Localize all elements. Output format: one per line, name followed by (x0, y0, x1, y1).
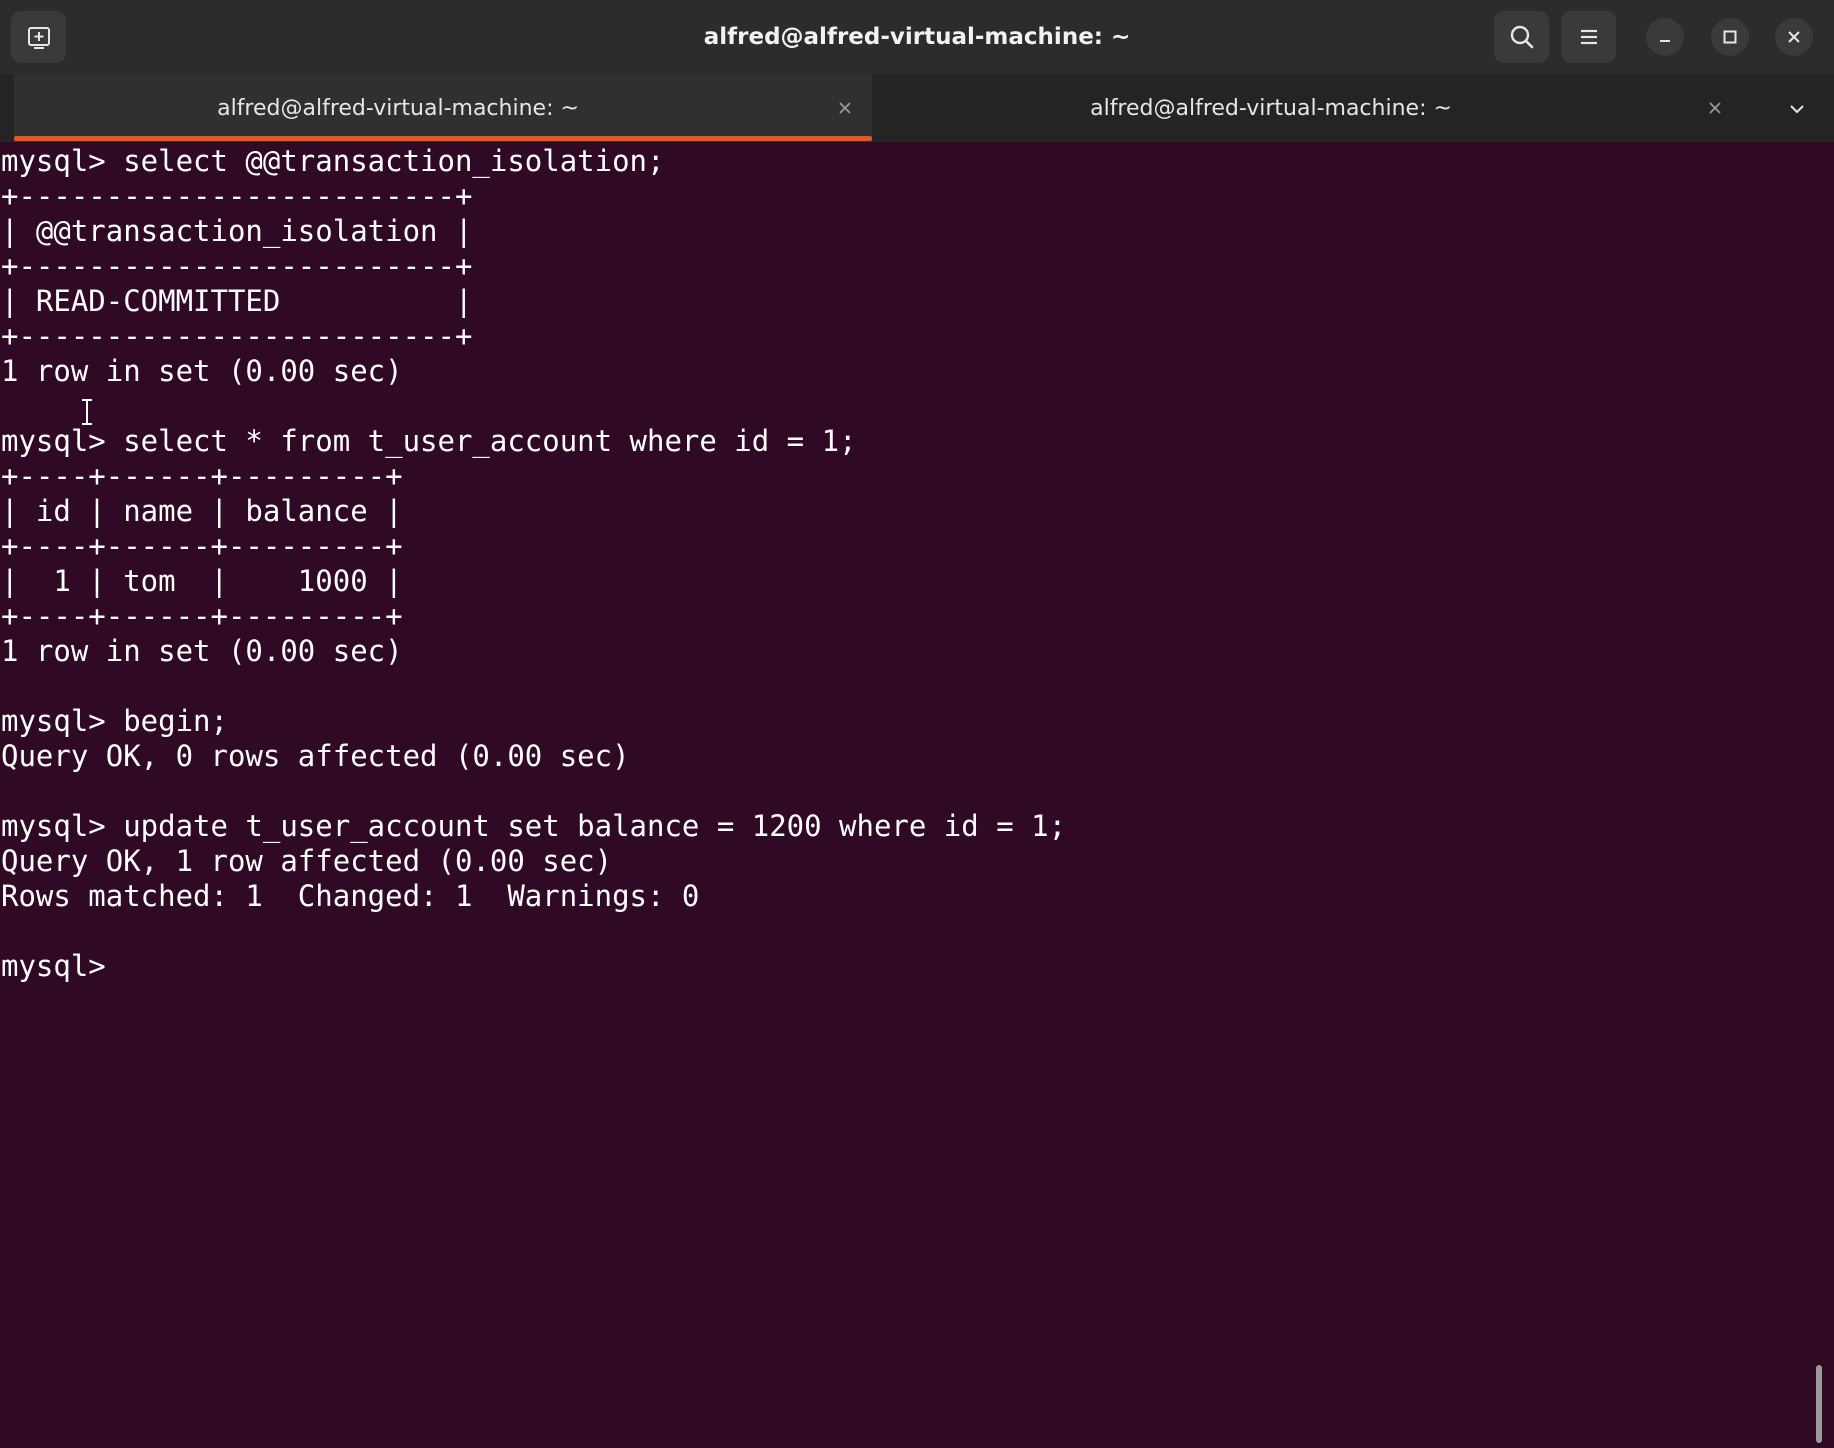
terminal-line: Rows matched: 1 Changed: 1 Warnings: 0 (1, 879, 700, 913)
terminal-line: | 1 | tom | 1000 | (1, 564, 403, 598)
terminal-line: Query OK, 0 rows affected (0.00 sec) (1, 739, 630, 773)
terminal-line: 1 row in set (0.00 sec) (1, 354, 403, 388)
terminal-line: +----+------+---------+ (1, 599, 403, 633)
scrollbar[interactable] (1812, 142, 1834, 1448)
terminal-line: Query OK, 1 row affected (0.00 sec) (1, 844, 613, 878)
tab-label: alfred@alfred-virtual-machine: ~ (1090, 95, 1452, 121)
scrollbar-thumb[interactable] (1816, 1365, 1822, 1443)
terminal-line: +-------------------------+ (1, 179, 473, 213)
tab-label: alfred@alfred-virtual-machine: ~ (217, 95, 579, 121)
terminal-window: alfred@alfred-virtual-machine: ~ alfred@… (0, 0, 1834, 1448)
tab-1[interactable]: alfred@alfred-virtual-machine: ~ (14, 74, 872, 142)
tab-close-button[interactable] (833, 96, 857, 120)
terminal-line: +----+------+---------+ (1, 459, 403, 493)
terminal-line: 1 row in set (0.00 sec) (1, 634, 403, 668)
i-beam-cursor-icon (82, 399, 92, 425)
active-tab-indicator (14, 136, 872, 141)
maximize-icon (1723, 30, 1737, 44)
terminal-line: +-------------------------+ (1, 319, 473, 353)
terminal-output[interactable]: mysql> select @@transaction_isolation; +… (0, 142, 1820, 1448)
terminal-line: +----+------+---------+ (1, 529, 403, 563)
window-title: alfred@alfred-virtual-machine: ~ (703, 24, 1131, 50)
terminal-line: mysql> select * from t_user_account wher… (1, 424, 857, 458)
terminal-line: +-------------------------+ (1, 249, 473, 283)
search-icon (1510, 25, 1533, 49)
terminal-prompt[interactable]: mysql> (1, 949, 123, 984)
tabs-dropdown-button[interactable] (1780, 92, 1814, 126)
tab-close-button[interactable] (1703, 96, 1727, 120)
maximize-button[interactable] (1711, 18, 1749, 56)
chevron-down-icon (1790, 105, 1804, 114)
hamburger-menu-icon (1580, 29, 1597, 45)
terminal-line: | id | name | balance | (1, 494, 403, 528)
tab-2[interactable]: alfred@alfred-virtual-machine: ~ (886, 74, 1746, 142)
new-tab-button[interactable] (11, 11, 66, 63)
terminal-line: mysql> update t_user_account set balance… (1, 809, 1067, 843)
new-tab-icon (27, 27, 50, 49)
menu-button[interactable] (1561, 11, 1616, 63)
terminal-line: mysql> select @@transaction_isolation; (1, 144, 665, 178)
tab-close-icon (839, 102, 851, 114)
search-button[interactable] (1494, 11, 1549, 63)
header-bar: alfred@alfred-virtual-machine: ~ (0, 0, 1834, 74)
close-button[interactable] (1775, 18, 1813, 56)
terminal-line: | READ-COMMITTED | (1, 284, 473, 318)
terminal-line: mysql> begin; (1, 704, 228, 738)
tab-close-icon (1709, 102, 1721, 114)
tab-bar: alfred@alfred-virtual-machine: ~ alfred@… (0, 74, 1834, 142)
minimize-icon (1660, 40, 1670, 42)
terminal-line: | @@transaction_isolation | (1, 214, 473, 248)
minimize-button[interactable] (1646, 18, 1684, 56)
close-icon (1788, 31, 1800, 43)
